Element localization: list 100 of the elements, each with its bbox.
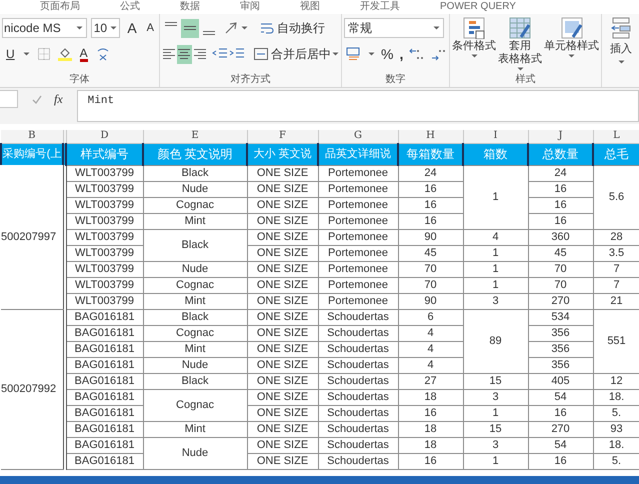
table-cell: ONE SIZE — [247, 197, 318, 213]
table-cell: WLT003799 — [66, 229, 143, 245]
font-name-dropdown[interactable]: nicode MS — [2, 18, 87, 38]
formula-input[interactable]: Mint — [76, 90, 639, 122]
table-cell: 4 — [463, 229, 528, 245]
table-cell: Mint — [143, 293, 247, 309]
column-letter[interactable]: E — [191, 130, 199, 142]
table-cell: 16 — [528, 453, 593, 469]
ribbon-tab[interactable]: 公式 — [120, 0, 140, 14]
table-cell: 356 — [528, 357, 593, 373]
table-cell: Mint — [143, 421, 247, 437]
border-icon[interactable] — [38, 48, 50, 60]
table-cell: 18 — [398, 421, 463, 437]
number-format-dropdown[interactable]: 常规 — [344, 18, 444, 38]
font-size-dropdown[interactable]: 10 — [90, 18, 120, 38]
grow-font-button[interactable]: A — [124, 18, 140, 38]
table-cell: ONE SIZE — [247, 245, 318, 261]
ribbon-tab[interactable]: 数据 — [180, 0, 200, 14]
table-cell: 89 — [463, 309, 528, 373]
style-conditional-button[interactable]: 条件格式 — [452, 17, 496, 58]
table-cell: 16 — [398, 213, 463, 229]
table-cell: Black — [143, 373, 247, 389]
column-letter[interactable]: D — [100, 130, 109, 142]
group-label: 数字 — [384, 73, 406, 87]
table-cell: Nude — [143, 437, 247, 469]
ribbon-tab[interactable]: 审阅 — [240, 0, 260, 14]
table-cell: 70 — [398, 261, 463, 277]
table-cell: Portemonee — [318, 261, 398, 277]
table-cell: Portemonee — [318, 245, 398, 261]
table-cell: 24 — [398, 165, 463, 181]
table-cell: WLT003799 — [66, 213, 143, 229]
header-cell: 总毛 — [593, 143, 639, 165]
table-cell: BAG016181 — [66, 453, 143, 469]
caret-icon — [22, 52, 30, 56]
table-cell: 18 — [398, 389, 463, 405]
style-table-button[interactable]: 套用 表格格式 — [498, 17, 542, 71]
align-top-icon — [165, 22, 177, 26]
table-cell: 90 — [398, 293, 463, 309]
column-letter[interactable]: G — [354, 130, 362, 142]
ribbon-tab[interactable]: 视图 — [300, 0, 320, 14]
column-letter[interactable]: I — [494, 130, 498, 142]
increase-decimal-icon[interactable] — [409, 47, 426, 61]
ribbon-tab[interactable]: POWER QUERY — [440, 0, 516, 14]
table-cell: 21 — [593, 293, 639, 309]
table-cell: Cognac — [143, 389, 247, 421]
ribbon-tab[interactable]: 开发工具 — [360, 0, 400, 14]
shrink-font-button[interactable]: A — [144, 20, 157, 36]
table-cell: Nude — [143, 181, 247, 197]
column-letter[interactable]: J — [558, 130, 562, 142]
table-cell: Schoudertas — [318, 453, 398, 469]
table-cell: 1 — [463, 261, 528, 277]
table-cell: 1 — [463, 453, 528, 469]
align-center-icon — [178, 49, 190, 59]
ribbon-tab[interactable]: 页面布局 — [40, 0, 80, 14]
table-cell: ONE SIZE — [247, 293, 318, 309]
insert-function-button[interactable]: fx — [54, 90, 63, 108]
center-align-button[interactable] — [177, 44, 192, 64]
insert-cells-icon — [610, 17, 632, 39]
table-cell: 5. — [593, 453, 639, 469]
column-letter[interactable]: F — [279, 130, 286, 142]
align-bottom-icon — [203, 30, 215, 34]
table-cell: BAG016181 — [66, 405, 143, 421]
table-cell: WLT003799 — [66, 277, 143, 293]
table-cell: 28 — [593, 229, 639, 245]
table-cell: 270 — [528, 421, 593, 437]
caret-icon — [470, 54, 478, 58]
decrease-decimal-icon[interactable] — [431, 47, 448, 61]
header-cell: 采购编号(上 — [1, 143, 63, 165]
table-cell: Schoudertas — [318, 309, 398, 325]
table-cell: Cognac — [143, 197, 247, 213]
table-cell: WLT003799 — [66, 293, 143, 309]
caret-icon — [241, 26, 248, 30]
table-cell: BAG016181 — [66, 373, 143, 389]
wrap-text-button[interactable]: 自动换行 — [260, 19, 325, 37]
insert-button[interactable]: 插入 — [606, 17, 636, 64]
middle-align-button[interactable] — [181, 18, 199, 38]
align-middle-icon — [184, 26, 196, 30]
caret-icon — [433, 26, 440, 30]
column-letter[interactable]: H — [426, 130, 435, 142]
accounting-format-icon[interactable] — [346, 47, 362, 61]
table-cell: ONE SIZE — [247, 181, 318, 197]
comma-button[interactable]: , — [399, 44, 404, 64]
table-cell: WLT003799 — [66, 165, 143, 181]
font-color-button[interactable]: A — [80, 46, 88, 62]
fill-bucket-icon[interactable] — [58, 47, 72, 61]
merge-center-button[interactable]: 合并后居中 — [254, 45, 332, 63]
style-cell-button[interactable]: 单元格样式 — [544, 17, 599, 58]
checkmark-icon[interactable] — [32, 94, 42, 104]
percent-button[interactable]: % — [381, 44, 394, 64]
table-cell: 3 — [463, 293, 528, 309]
underline-button[interactable]: U — [6, 45, 15, 63]
table-cell: 500207997 — [1, 165, 63, 309]
table-cell: 360 — [528, 229, 593, 245]
header-cell: 箱数 — [463, 143, 528, 165]
header-cell: 总数量 — [528, 143, 593, 165]
table-cell: Black — [143, 165, 247, 181]
table-cell: 1 — [463, 405, 528, 421]
caret-icon — [568, 54, 575, 58]
column-letter[interactable]: L — [613, 130, 620, 142]
column-letter[interactable]: B — [28, 130, 36, 142]
